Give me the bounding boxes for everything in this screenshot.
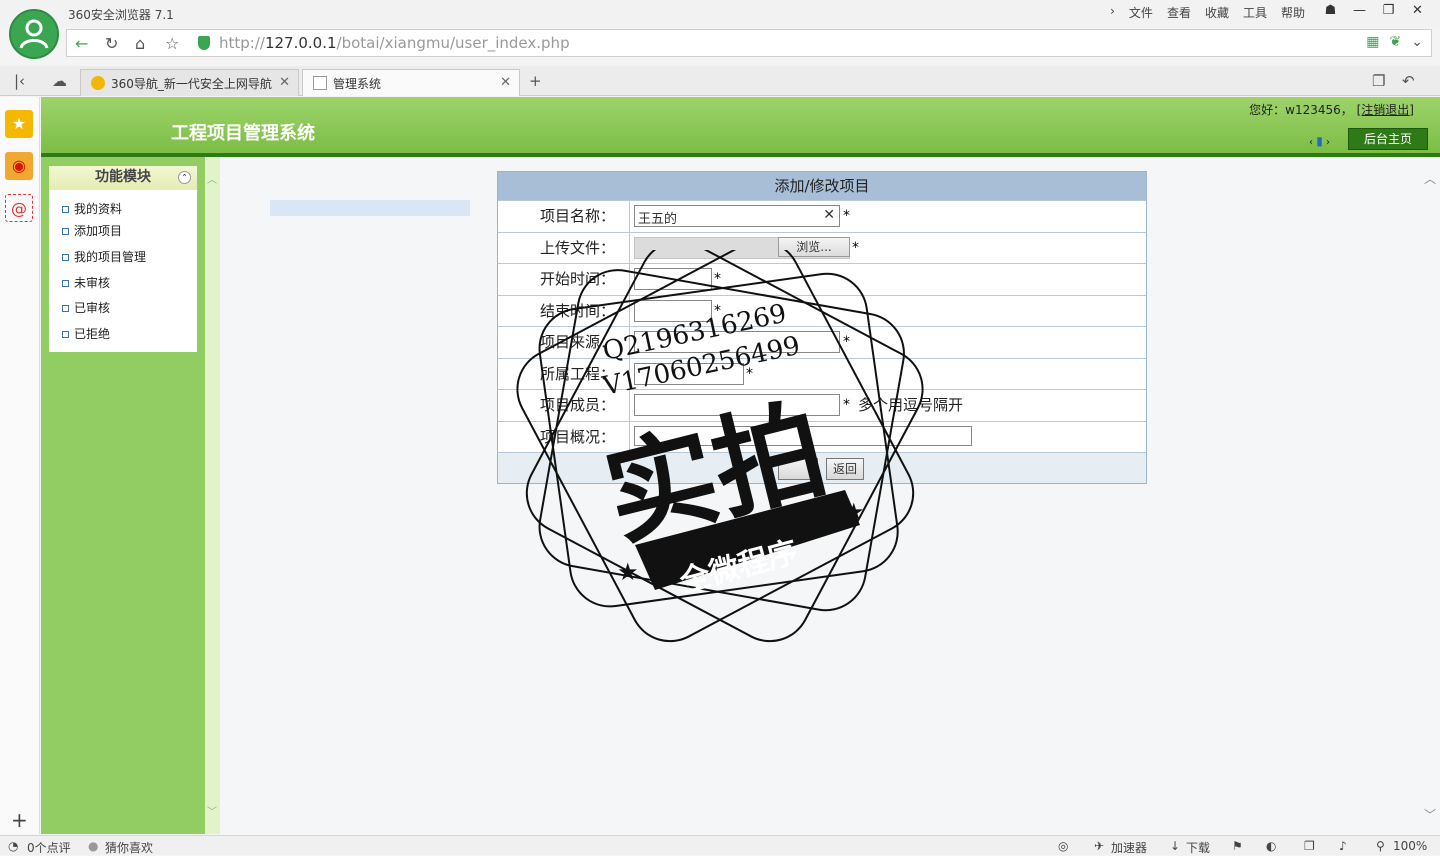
menu-favorites[interactable]: 收藏 (1198, 4, 1236, 21)
leaf-icon[interactable]: ❦ (1390, 34, 1402, 50)
field-label: 项目名称： (498, 201, 630, 232)
zoom-level[interactable]: 100% (1393, 839, 1427, 853)
recommend-icon[interactable]: ● (88, 839, 98, 853)
recommend-link[interactable]: 猜你喜欢 (105, 839, 153, 856)
new-tab-icon[interactable]: + (529, 72, 542, 90)
address-bar: ← ↻ ⌂ ☆ http://127.0.0.1/botai/xiangmu/u… (66, 29, 1432, 57)
sidebar-item-my-projects[interactable]: 我的项目管理 (49, 247, 197, 273)
sidebar-item-approved[interactable]: 已审核 (49, 298, 197, 324)
admin-home-button[interactable]: 后台主页 (1348, 128, 1428, 150)
qrcode-icon[interactable]: ▦ (1366, 34, 1379, 50)
browser-sidebar: ★ ◉ @ (0, 97, 40, 834)
accelerator-icon[interactable]: ✈ (1094, 839, 1104, 853)
tab-close-icon[interactable]: ✕ (279, 75, 290, 90)
logout-link[interactable]: [注销退出] (1357, 103, 1414, 117)
tab-close-icon[interactable]: ✕ (500, 75, 511, 90)
sidebar-item-my-profile[interactable]: 我的资料 (49, 199, 197, 221)
user-greeting: 您好：w123456， [注销退出] (1249, 101, 1414, 118)
scroll-up-icon[interactable]: ︿ (207, 171, 217, 186)
window-icon[interactable]: ❐ (1304, 839, 1315, 853)
tab-list-icon[interactable]: ❐ (1372, 72, 1385, 90)
menu-help[interactable]: 帮助 (1274, 4, 1312, 21)
menu-title: 功能模块 (95, 169, 151, 185)
speed-icon[interactable]: ◎ (1058, 839, 1068, 853)
cleanup-icon[interactable]: ◐ (1266, 839, 1276, 853)
browser-menu: › 文件 查看 收藏 工具 帮助 (1103, 4, 1312, 21)
clear-icon[interactable]: ✕ (823, 207, 835, 223)
refresh-icon[interactable]: ↻ (105, 34, 118, 53)
minimize-icon[interactable]: — (1345, 2, 1374, 22)
browser-titlebar: 360安全浏览器 7.1 › 文件 查看 收藏 工具 帮助 ☗ — ❐ ✕ (0, 0, 1440, 28)
url-input[interactable]: http://127.0.0.1/botai/xiangmu/user_inde… (219, 34, 570, 52)
zoom-icon[interactable]: ⚲ (1376, 839, 1385, 853)
sidebar-item-rejected[interactable]: 已拒绝 (49, 324, 197, 349)
skin-icon[interactable]: ☗ (1316, 2, 1345, 22)
scroll-down-icon[interactable]: ﹀ (207, 803, 217, 818)
mail-icon[interactable]: @ (5, 194, 33, 222)
browser-logo-avatar-icon[interactable] (9, 9, 59, 59)
greeting-text: 您好：w123456， (1249, 103, 1353, 117)
form-title: 添加/修改项目 (498, 172, 1146, 200)
header-nav-arrows[interactable]: ‹ ▮ › (1309, 134, 1330, 148)
security-shield-icon[interactable] (198, 36, 210, 50)
favorites-star-icon[interactable]: ★ (5, 110, 33, 138)
star-icon[interactable]: ☆ (165, 34, 179, 53)
close-icon[interactable]: ✕ (1403, 2, 1432, 22)
menu-more-icon[interactable]: › (1103, 4, 1122, 21)
page-scroll-up-icon[interactable]: ︿ (1424, 170, 1436, 187)
sidebar-item-pending[interactable]: 未审核 (49, 273, 197, 298)
maximize-icon[interactable]: ❐ (1374, 2, 1403, 22)
form-row-name: 项目名称： 王五的 ✕ * (498, 200, 1146, 232)
background-blur (270, 200, 470, 216)
sidebar-toggle-icon[interactable]: |‹ (14, 72, 25, 90)
project-name-input[interactable]: 王五的 ✕ (634, 205, 840, 227)
tab-bar: |‹ ☁ 360导航_新一代安全上网导航 ✕ 管理系统 ✕ + ❐ ↶ (0, 66, 1440, 96)
menu-file[interactable]: 文件 (1122, 4, 1160, 21)
download-icon[interactable]: ↓ (1170, 839, 1180, 853)
add-sidebar-icon[interactable]: + (11, 808, 28, 832)
menu-header: 功能模块 ⌃ (49, 166, 197, 190)
comments-count[interactable]: 0个点评 (27, 839, 71, 856)
flag-icon[interactable]: ⚑ (1232, 839, 1243, 853)
tab-360-nav[interactable]: 360导航_新一代安全上网导航 ✕ (80, 69, 299, 96)
sound-icon[interactable]: ♪ (1339, 839, 1347, 853)
system-title: 工程项目管理系统 (171, 123, 315, 144)
menu-tools[interactable]: 工具 (1236, 4, 1274, 21)
chevron-down-icon[interactable]: ⌄ (1411, 34, 1423, 50)
left-panel-scrollbar[interactable]: ︿ ﹀ (205, 157, 220, 834)
watermark-stamp: Q2196316269 V17060256499 实拍 全微程序 ★ ★ (516, 250, 924, 643)
download-label[interactable]: 下载 (1186, 839, 1210, 856)
tab-label: 360导航_新一代安全上网导航 (111, 77, 272, 91)
back-icon[interactable]: ← (75, 34, 88, 53)
collapse-icon[interactable]: ⌃ (178, 171, 191, 184)
page-favicon-icon (313, 76, 327, 90)
address-actions: ▦ ❦ ⌄ (1366, 34, 1423, 50)
project-name-value: 王五的 (638, 212, 678, 227)
tab-label: 管理系统 (333, 77, 382, 91)
status-bar: ◔ 0个点评 ● 猜你喜欢 ◎ ✈ 加速器 ↓ 下载 ⚑ ◐ ❐ ♪ ⚲ 100… (0, 835, 1440, 855)
function-module-menu: 功能模块 ⌃ 我的资料 添加项目 我的项目管理 未审核 已审核 已拒绝 (49, 166, 197, 352)
app-title: 360安全浏览器 7.1 (68, 8, 174, 22)
cloud-icon[interactable]: ☁ (52, 72, 67, 90)
watermark-star-icon: ★ (843, 498, 865, 526)
undo-close-icon[interactable]: ↶ (1402, 72, 1415, 90)
window-controls: ☗ — ❐ ✕ (1316, 2, 1432, 22)
accelerator-label[interactable]: 加速器 (1111, 839, 1147, 856)
watermark-star-icon: ★ (617, 558, 639, 586)
sidebar-item-add-project[interactable]: 添加项目 (49, 221, 197, 247)
weibo-icon[interactable]: ◉ (5, 152, 33, 180)
comment-icon[interactable]: ◔ (8, 839, 18, 853)
page-scroll-down-icon[interactable]: ﹀ (1424, 806, 1436, 823)
360-favicon-icon (91, 76, 105, 90)
menu-view[interactable]: 查看 (1160, 4, 1198, 21)
tab-admin-system[interactable]: 管理系统 ✕ (302, 69, 520, 96)
page-header: 工程项目管理系统 您好：w123456， [注销退出] ‹ ▮ › 后台主页 (41, 97, 1440, 154)
home-icon[interactable]: ⌂ (135, 34, 145, 53)
required-mark: * (843, 208, 850, 224)
